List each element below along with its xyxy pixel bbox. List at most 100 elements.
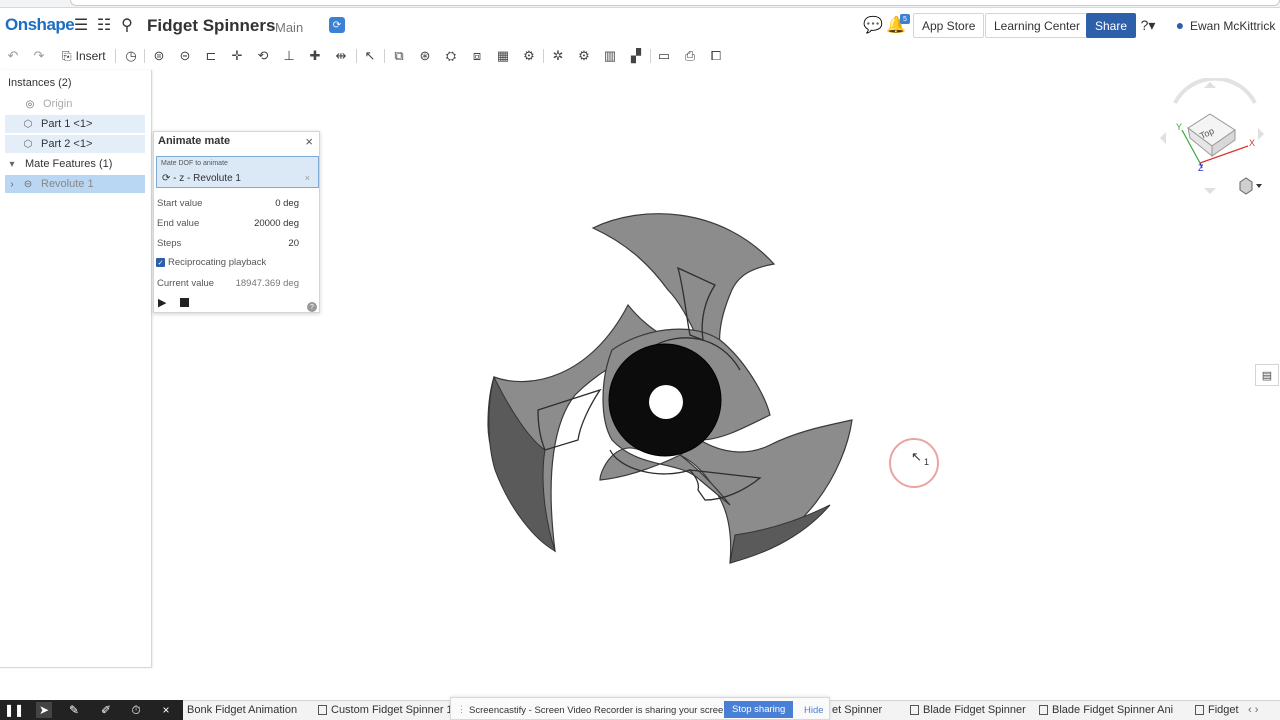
explode-icon[interactable]: ✲	[549, 47, 567, 65]
highlighter-icon[interactable]: ✐	[98, 702, 114, 718]
chevron-right-icon[interactable]: ›	[5, 179, 19, 190]
ball-mate-icon[interactable]: ✚	[306, 47, 324, 65]
parallel-mate-icon[interactable]: ⇹	[332, 47, 350, 65]
replicate-icon[interactable]: ◷	[122, 47, 140, 65]
start-value-label: Start value	[157, 198, 203, 209]
insert-button[interactable]: ⎘ Insert	[62, 47, 106, 65]
help-icon[interactable]: ?	[307, 302, 317, 312]
version-graph-icon[interactable]: ⟳	[329, 17, 345, 33]
assembly-icon	[1039, 705, 1048, 715]
timer-icon[interactable]: ⏱	[128, 702, 144, 718]
toolbar-divider	[543, 49, 544, 63]
instance-part-2[interactable]: ⬡ Part 2 <1>	[5, 135, 145, 153]
steps-label: Steps	[157, 238, 182, 249]
slider-mate-icon[interactable]: ⊏	[202, 47, 220, 65]
tab-bonk-fidget-animation[interactable]: Bonk Fidget Animation	[187, 704, 297, 716]
stop-icon[interactable]	[180, 298, 189, 307]
display-states-icon[interactable]: ⧠	[707, 47, 725, 65]
current-value-row: Current value 18947.369 deg	[157, 278, 299, 292]
view-cube-left-arrow	[1160, 132, 1166, 144]
tab-blade-fidget-spinner-animation[interactable]: Blade Fidget Spinner Ani	[1039, 704, 1173, 716]
fastened-mate-icon[interactable]: ⊜	[150, 47, 168, 65]
close-icon[interactable]: ×	[305, 134, 313, 149]
pen-icon[interactable]: ✎	[66, 702, 82, 718]
user-name[interactable]: Ewan McKittrick	[1190, 19, 1275, 33]
tab-fidget[interactable]: Fidget	[1195, 704, 1239, 716]
tab-scroll-arrows[interactable]: ‹ ›	[1248, 704, 1258, 716]
part-icon: ⬡	[23, 118, 33, 130]
redo-icon[interactable]: ↷	[30, 47, 48, 65]
tab-blade-fidget-spinner[interactable]: Blade Fidget Spinner	[910, 704, 1026, 716]
section-view-icon[interactable]: ▞	[627, 47, 645, 65]
steps-input[interactable]: 20	[288, 238, 299, 249]
feature-list-icon[interactable]: ☷	[95, 16, 113, 34]
revolute-mate-icon[interactable]: ⊝	[176, 47, 194, 65]
branch-name[interactable]: Main	[275, 20, 303, 35]
mouse-cursor-icon: ↖	[911, 449, 922, 464]
group-icon[interactable]: ⧉	[390, 47, 408, 65]
user-avatar-icon[interactable]: ●	[1171, 16, 1189, 34]
cylindrical-mate-icon[interactable]: ⟲	[254, 47, 272, 65]
start-value-input[interactable]: 0 deg	[275, 198, 299, 209]
fidget-spinner-model[interactable]	[152, 70, 1280, 690]
chevron-down-icon[interactable]: ▾	[5, 159, 19, 170]
comment-icon[interactable]: 💬	[863, 16, 883, 34]
mate-revolute-1[interactable]: › ⊝ Revolute 1	[5, 175, 145, 193]
help-icon[interactable]: ?▾	[1139, 16, 1157, 34]
onshape-logo[interactable]: Onshape	[5, 15, 75, 35]
appearance-panel-icon[interactable]: ▤	[1255, 364, 1279, 386]
instances-panel: Instances (2) ◎ Origin ⬡ Part 1 <1> ⬡ Pa…	[0, 70, 152, 668]
app-store-button[interactable]: App Store	[913, 13, 985, 38]
gear-settings-icon[interactable]: ⚙	[575, 47, 593, 65]
bom-icon[interactable]: ▭	[655, 47, 673, 65]
mate-dof-label: Mate DOF to animate	[161, 160, 228, 167]
browser-url-bar[interactable]	[70, 0, 1280, 6]
planar-mate-icon[interactable]: ✛	[228, 47, 246, 65]
linear-relation-icon[interactable]: ⚙	[520, 47, 538, 65]
cursor-label: 1	[924, 457, 930, 467]
instance-part-1[interactable]: ⬡ Part 1 <1>	[5, 115, 145, 133]
end-value-row: End value 20000 deg	[157, 218, 299, 232]
hide-button[interactable]: Hide	[804, 705, 824, 716]
tab-fidget-spinner[interactable]: et Spinner	[832, 704, 882, 716]
toolbar-divider	[384, 49, 385, 63]
drag-handle-icon[interactable]: ⋮	[457, 704, 466, 715]
play-icon[interactable]: ▶	[158, 296, 166, 309]
pointer-icon[interactable]: ➤	[36, 702, 52, 718]
graphics-viewport[interactable]	[152, 70, 1280, 690]
screw-relation-icon[interactable]: ▦	[494, 47, 512, 65]
export-icon[interactable]: ⎙	[681, 47, 699, 65]
stop-sharing-button[interactable]: Stop sharing	[724, 701, 794, 718]
tab-label: Bonk Fidget Animation	[187, 704, 298, 716]
end-value-input[interactable]: 20000 deg	[254, 218, 299, 229]
pin-slot-mate-icon[interactable]: ⊥	[280, 47, 298, 65]
instance-label: Part 2 <1>	[41, 138, 93, 150]
mate-features-folder[interactable]: ▾ Mate Features (1)	[5, 155, 145, 173]
rack-pinion-icon[interactable]: ⧈	[468, 47, 486, 65]
assembly-icon	[1195, 705, 1204, 715]
checkbox-checked-icon[interactable]: ✓	[156, 258, 165, 267]
hamburger-menu-icon[interactable]: ☰	[72, 16, 90, 34]
share-button[interactable]: Share	[1086, 13, 1137, 38]
learning-center-button[interactable]: Learning Center	[985, 13, 1090, 38]
gear-relation-icon[interactable]: ⛭	[442, 47, 460, 65]
reciprocating-checkbox[interactable]: ✓ Reciprocating playback	[156, 257, 266, 268]
annotation-toolbar: ❚❚ ➤ ✎ ✐ ⏱ ×	[0, 700, 183, 720]
tab-custom-fidget-spinner[interactable]: Custom Fidget Spinner 1	[318, 704, 453, 716]
view-cube-up-arrow	[1204, 82, 1216, 88]
origin-item[interactable]: ◎ Origin	[5, 95, 145, 113]
tangent-mate-icon[interactable]: ↖	[361, 47, 379, 65]
undo-icon[interactable]: ↶	[4, 47, 22, 65]
end-value-label: End value	[157, 218, 200, 229]
measure-icon[interactable]: ▥	[601, 47, 619, 65]
top-header: Onshape ☰ ☷ ⚲ Fidget Spinners Main ⟳ 💬 🔔…	[0, 9, 1280, 43]
pause-icon[interactable]: ❚❚	[4, 702, 24, 718]
view-cube[interactable]: Top X Y Z	[1160, 76, 1270, 198]
variables-icon[interactable]: ⚲	[118, 16, 136, 34]
part-studio-icon	[318, 705, 327, 715]
clear-selection-icon[interactable]: ×	[305, 173, 310, 183]
close-icon[interactable]: ×	[158, 702, 174, 718]
document-title[interactable]: Fidget Spinners	[147, 16, 275, 36]
mate-connector-icon[interactable]: ⊛	[416, 47, 434, 65]
mate-dof-selector[interactable]: Mate DOF to animate ⟳ - z - Revolute 1 ×	[156, 156, 319, 188]
